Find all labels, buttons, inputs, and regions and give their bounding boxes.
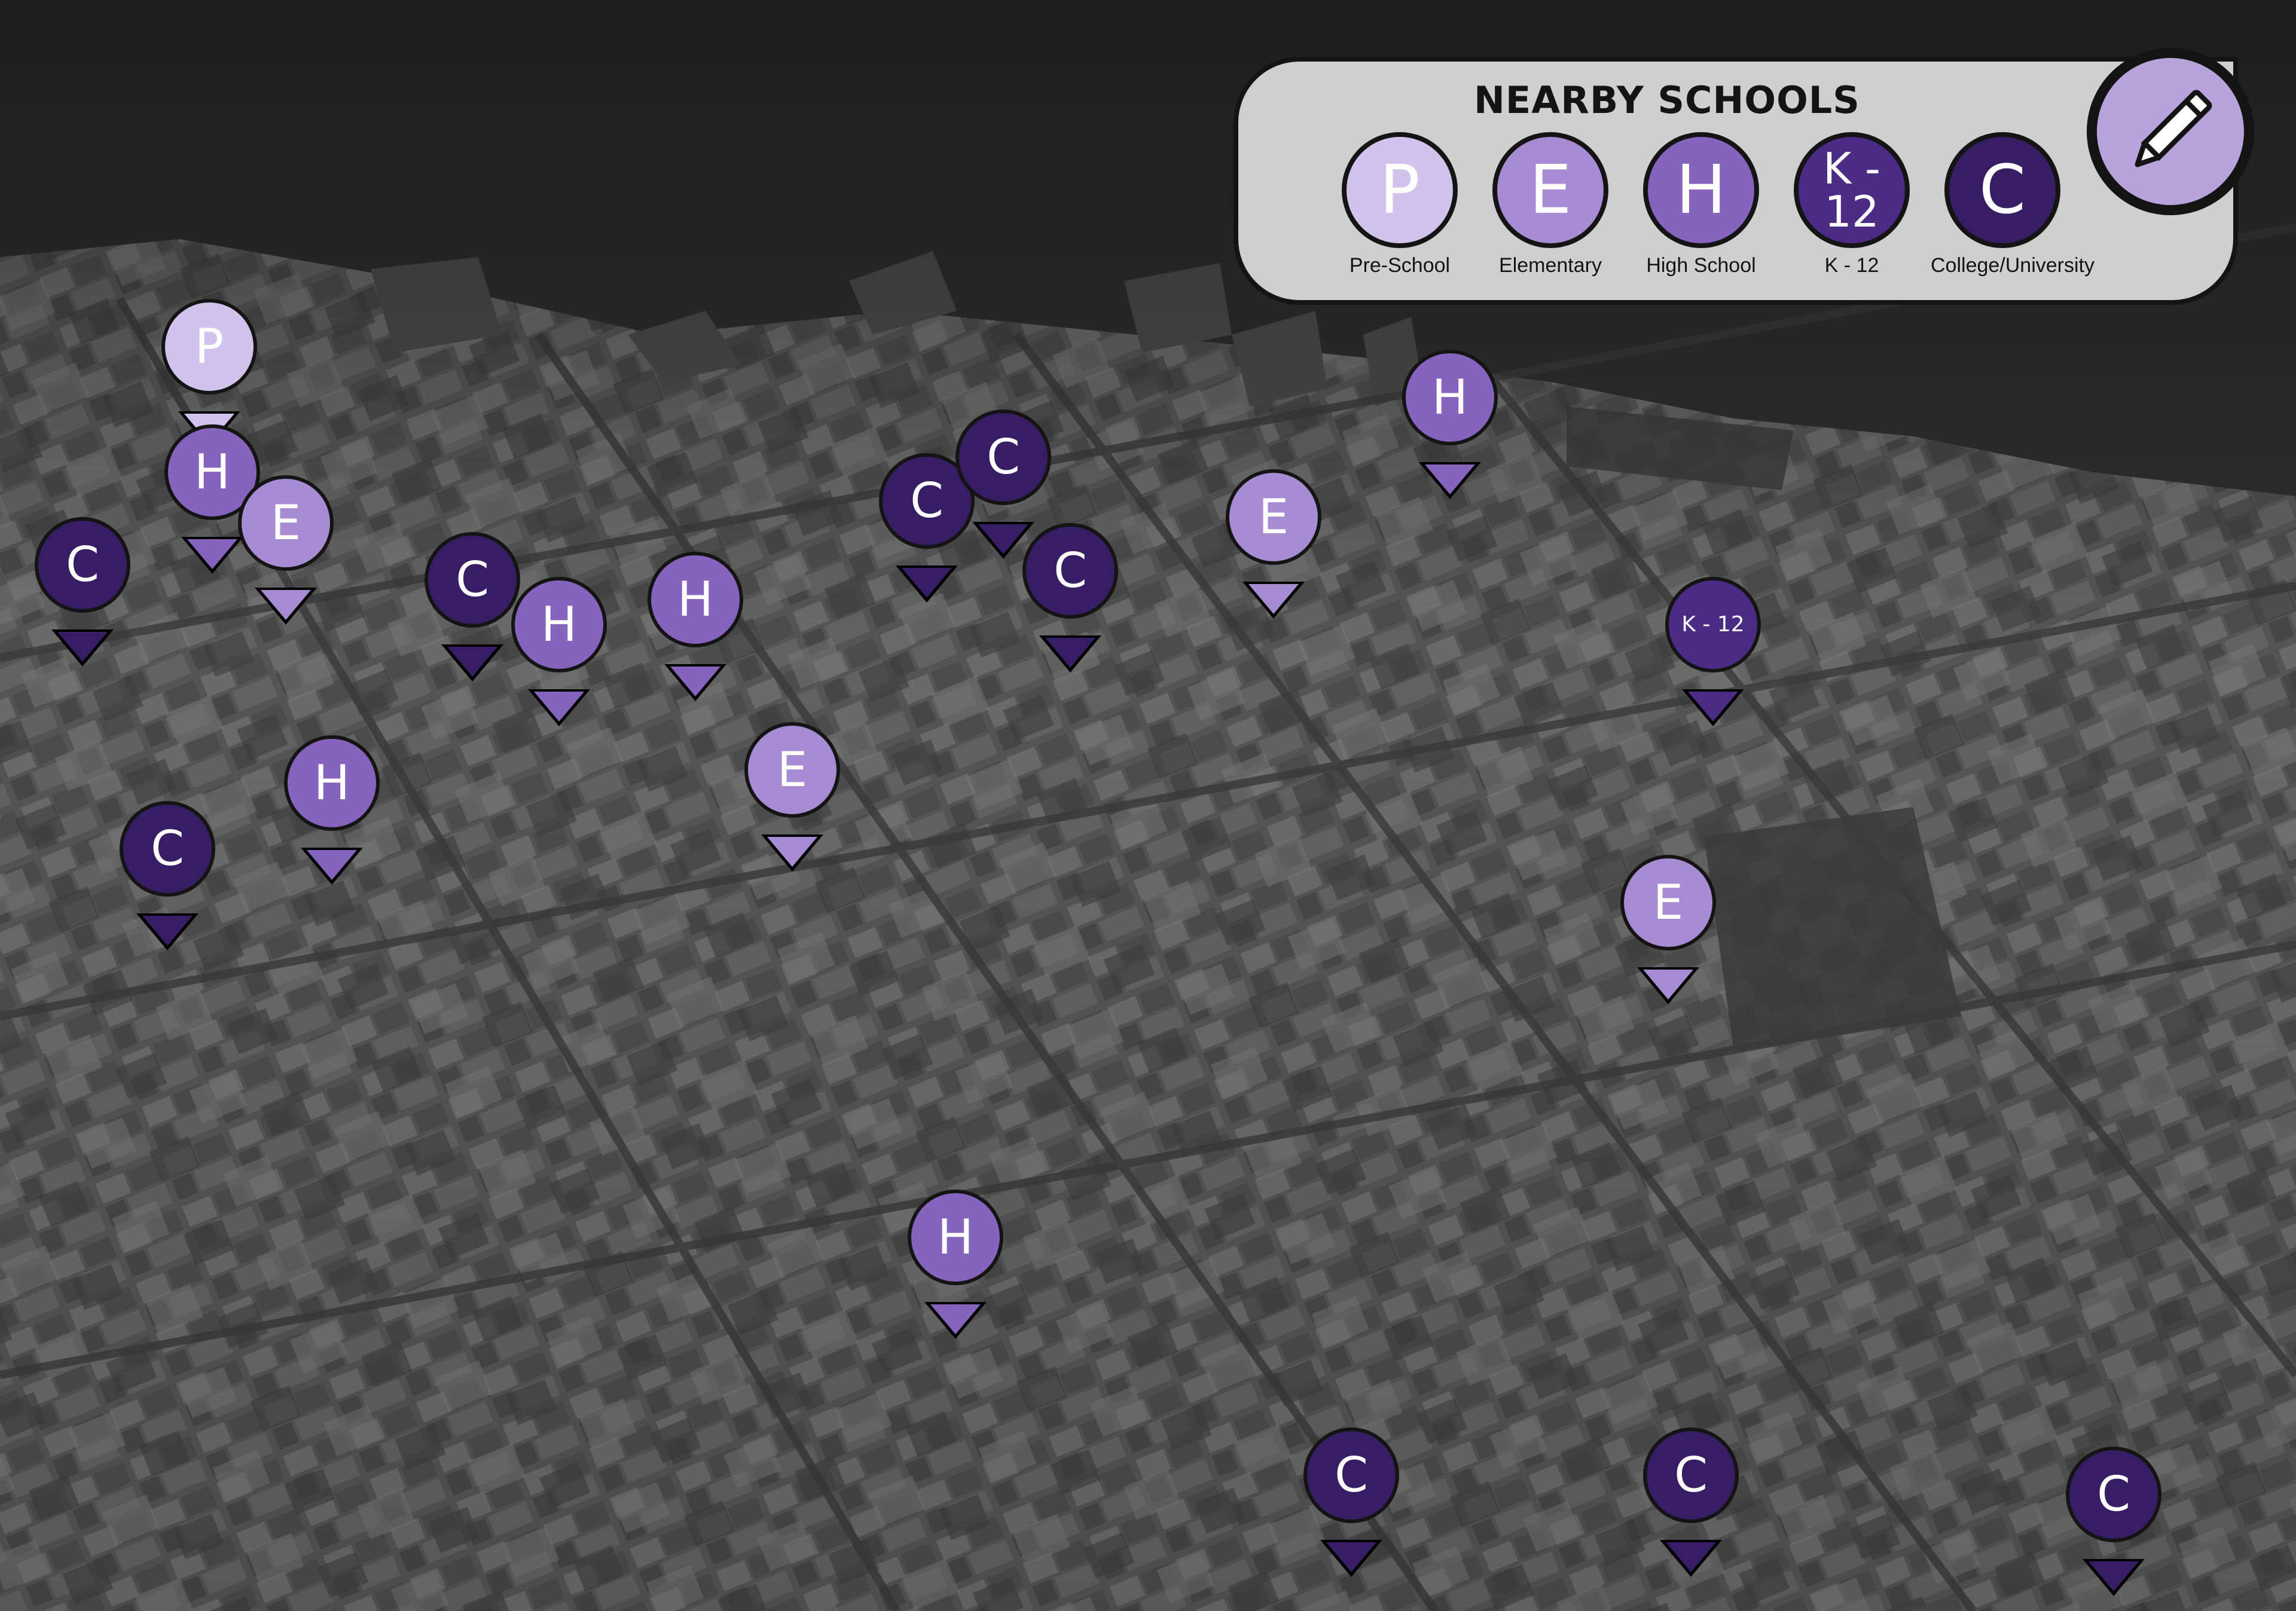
school-marker-college[interactable]: C [120,801,215,953]
marker-pointer-icon [181,537,243,574]
legend-panel: NEARBY SCHOOLS P Pre-School E Elementary… [1234,57,2238,305]
marker-pointer-icon [51,629,114,667]
legend-item-college: C College/University [1931,132,2095,277]
high-school-badge: H [1643,132,1759,248]
marker-badge: H [284,735,380,831]
school-marker-k-12[interactable]: K - 12 [1665,577,1761,729]
legend-label: College/University [1931,254,2095,277]
marker-pointer-icon [2083,1559,2145,1596]
college-badge: C [1944,132,2060,248]
marker-pointer-icon [255,588,317,625]
marker-badge: C [2066,1447,2161,1542]
school-marker-elementary[interactable]: E [1620,855,1716,1007]
legend-label: Pre-School [1349,254,1451,277]
marker-badge: C [1303,1427,1399,1523]
school-marker-college[interactable]: C [35,517,130,670]
marker-badge: C [955,409,1051,505]
marker-pointer-icon [924,1302,987,1339]
marker-badge: E [1226,469,1321,565]
school-marker-high-school[interactable]: H [511,577,607,729]
legend-label: High School [1646,254,1756,277]
legend-title: NEARBY SCHOOLS [1474,78,1860,122]
marker-badge: K - 12 [1665,577,1761,672]
marker-pointer-icon [761,834,823,872]
school-marker-high-school[interactable]: H [1402,350,1498,502]
school-marker-high-school[interactable]: H [908,1190,1003,1342]
marker-pointer-icon [441,644,503,681]
marker-badge: H [511,577,607,672]
marker-badge: E [744,722,840,818]
school-marker-college[interactable]: C [2066,1447,2161,1599]
school-marker-college[interactable]: C [1303,1427,1399,1580]
school-marker-college[interactable]: C [1643,1427,1739,1580]
map-stage: PHECCHHCCCEHK - 12 E H C E H C C C NEARBY SCHOOL… [0,0,2296,1611]
marker-badge: C [120,801,215,897]
marker-badge: E [1620,855,1716,950]
marker-pointer-icon [1320,1540,1382,1577]
marker-pointer-icon [896,565,958,603]
marker-badge: H [1402,350,1498,445]
marker-pointer-icon [1637,967,1699,1004]
marker-badge: H [908,1190,1003,1285]
marker-badge: C [1643,1427,1739,1523]
marker-badge: C [1022,523,1118,619]
pencil-icon [2135,90,2212,167]
school-marker-high-school[interactable]: H [284,735,380,888]
edit-button[interactable] [2087,48,2254,215]
school-marker-college[interactable]: C [425,532,520,684]
marker-pointer-icon [1419,462,1481,499]
marker-pointer-icon [664,664,726,701]
school-marker-elementary[interactable]: E [1226,469,1321,622]
legend-label: K - 12 [1824,254,1879,277]
legend-item-pre-school: P Pre-School [1328,132,1471,277]
marker-badge: H [648,552,743,647]
marker-pointer-icon [528,689,590,726]
marker-badge: E [238,475,334,571]
school-marker-college[interactable]: C [1022,523,1118,675]
school-marker-high-school[interactable]: H [648,552,743,704]
marker-badge: C [35,517,130,613]
school-marker-elementary[interactable]: E [744,722,840,875]
school-marker-elementary[interactable]: E [238,475,334,628]
marker-pointer-icon [1039,635,1101,672]
elementary-badge: E [1492,132,1608,248]
marker-pointer-icon [1660,1540,1722,1577]
edit-button-face[interactable] [2097,58,2244,205]
marker-badge: C [425,532,520,628]
k-12-badge: K - 12 [1794,132,1910,248]
legend-item-k-12: K - 12 K - 12 [1780,132,1923,277]
marker-pointer-icon [136,913,199,950]
marker-badge: P [161,299,257,395]
legend-item-high-school: H High School [1629,132,1773,277]
legend-label: Elementary [1499,254,1602,277]
marker-pointer-icon [1242,582,1305,619]
marker-pointer-icon [1682,689,1744,726]
pre-school-badge: P [1342,132,1458,248]
legend-item-elementary: E Elementary [1479,132,1622,277]
marker-pointer-icon [301,848,363,885]
